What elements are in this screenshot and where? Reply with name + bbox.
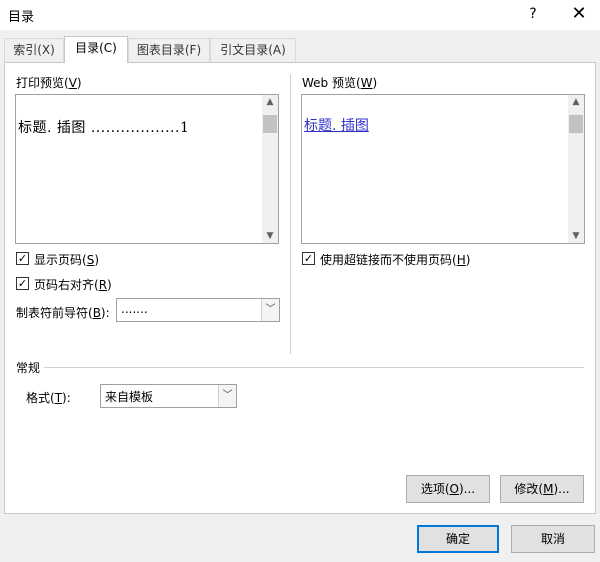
print-preview-label: 打印预览(V): [16, 76, 82, 90]
title-bar: [0, 0, 600, 30]
scroll-down-icon[interactable]: ▼: [262, 229, 278, 243]
tab-table-of-contents[interactable]: 目录(C): [64, 36, 128, 63]
right-align-checkbox[interactable]: ✓: [16, 277, 29, 290]
web-preview-box[interactable]: 标题. 插图 ▲ ▼: [301, 94, 585, 244]
help-button[interactable]: ?: [516, 3, 550, 25]
show-page-numbers-label: 显示页码(S): [34, 253, 99, 267]
options-button[interactable]: 选项(O)...: [406, 475, 490, 503]
tab-leader-value: .......: [121, 302, 148, 316]
format-value: 来自模板: [105, 390, 154, 404]
show-page-numbers-checkbox[interactable]: ✓: [16, 252, 29, 265]
web-preview-link[interactable]: 标题. 插图: [304, 115, 369, 135]
chevron-down-icon[interactable]: ﹀: [218, 385, 236, 407]
tab-index[interactable]: 索引(X): [4, 38, 64, 62]
use-hyperlinks-checkbox[interactable]: ✓: [302, 252, 315, 265]
right-align-label: 页码右对齐(R): [34, 278, 112, 292]
cancel-button[interactable]: 取消: [511, 525, 595, 553]
print-preview-scrollbar[interactable]: ▲ ▼: [262, 95, 278, 243]
web-preview-label: Web 预览(W): [302, 76, 378, 90]
web-preview-scrollbar[interactable]: ▲ ▼: [568, 95, 584, 243]
scroll-up-icon[interactable]: ▲: [262, 95, 278, 109]
use-hyperlinks-label: 使用超链接而不使用页码(H): [320, 253, 471, 267]
general-heading: 常规: [16, 361, 41, 375]
ok-button[interactable]: 确定: [417, 525, 499, 553]
print-preview-entry: 标题. 插图 ..................1: [18, 120, 190, 136]
modify-button[interactable]: 修改(M)...: [500, 475, 584, 503]
tab-leader-select[interactable]: ....... ﹀: [116, 298, 280, 322]
general-divider: [44, 367, 584, 368]
scroll-up-icon[interactable]: ▲: [568, 95, 584, 109]
tab-leader-label: 制表符前导符(B):: [16, 306, 110, 320]
format-select[interactable]: 来自模板 ﹀: [100, 384, 237, 408]
chevron-down-icon[interactable]: ﹀: [261, 299, 279, 321]
format-label: 格式(T):: [26, 391, 71, 405]
print-preview-box[interactable]: 标题. 插图 ..................1 ▲ ▼: [15, 94, 279, 244]
scroll-thumb[interactable]: [263, 115, 277, 133]
scroll-thumb[interactable]: [569, 115, 583, 133]
close-button[interactable]: ✕: [560, 3, 598, 25]
scroll-down-icon[interactable]: ▼: [568, 229, 584, 243]
tab-table-of-figures[interactable]: 图表目录(F): [128, 38, 210, 62]
tab-table-of-authorities[interactable]: 引文目录(A): [210, 38, 296, 62]
section-divider: [290, 74, 291, 354]
window-title: 目录: [8, 10, 35, 25]
